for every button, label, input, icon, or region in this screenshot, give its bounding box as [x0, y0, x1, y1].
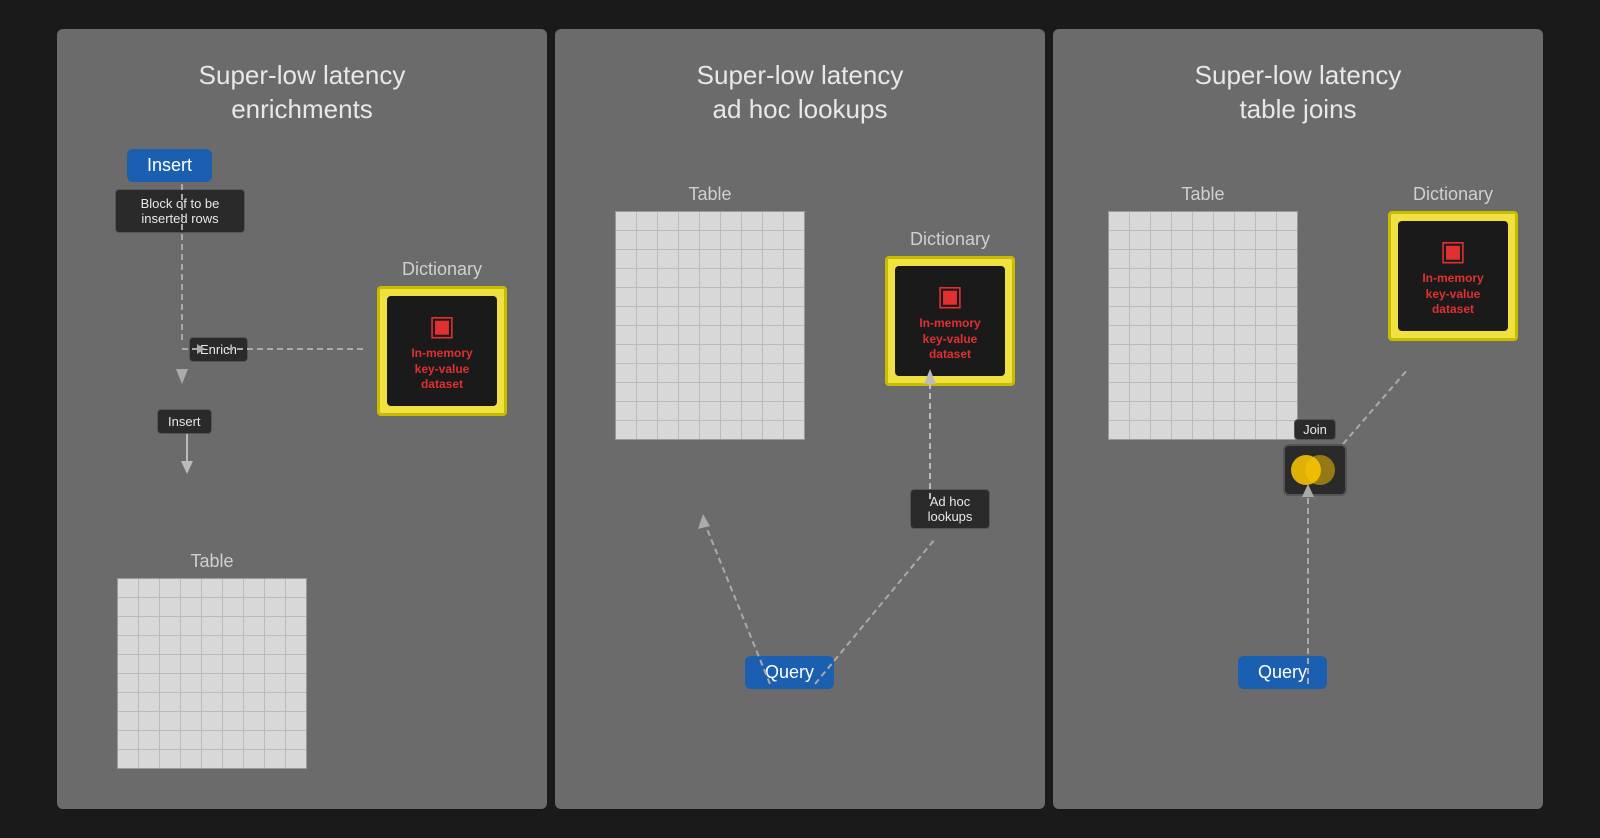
panel2-table-grid — [615, 211, 805, 440]
panel3-join-bg — [1283, 444, 1347, 496]
panel2-dict-text: In-memorykey-valuedataset — [919, 316, 980, 363]
panel2-ram-icon: ▣ — [937, 279, 963, 312]
panel2-title: Super-low latencyad hoc lookups — [697, 59, 904, 127]
panel2-dictionary: Dictionary ▣ In-memorykey-valuedataset — [885, 229, 1015, 386]
panel1-ram-icon: ▣ — [429, 309, 455, 342]
panel1-table: Table — [117, 551, 307, 769]
panel2-dict-inner: ▣ In-memorykey-valuedataset — [895, 266, 1005, 376]
panel3-ram-icon: ▣ — [1440, 234, 1466, 267]
panel1-insert-top-btn[interactable]: Insert — [127, 149, 212, 182]
panel3-dict-text: In-memorykey-valuedataset — [1422, 271, 1483, 318]
panel1-dict-inner: ▣ In-memorykey-valuedataset — [387, 296, 497, 406]
panel3-query-btn[interactable]: Query — [1238, 656, 1327, 689]
panel3-dictionary: Dictionary ▣ In-memorykey-valuedataset — [1388, 184, 1518, 341]
panel2-adhoc-label: Ad hoclookups — [910, 489, 990, 529]
panel-adhoc: Super-low latencyad hoc lookups Table D — [555, 29, 1045, 809]
panel1-dictionary: Dictionary ▣ In-memorykey-valuedataset — [377, 259, 507, 416]
panel3-table-label: Table — [1181, 184, 1224, 205]
panel1-insert-mid-btn: Insert — [157, 409, 212, 434]
panel3-dict-label: Dictionary — [1413, 184, 1493, 205]
panel3-title: Super-low latencytable joins — [1195, 59, 1402, 127]
panel1-dict-text: In-memorykey-valuedataset — [411, 346, 472, 393]
panel3-table: Table — [1108, 184, 1298, 440]
panel2-table-label: Table — [688, 184, 731, 205]
panel1-enrich-btn: Enrich — [189, 337, 248, 362]
panel2-table: Table — [615, 184, 805, 440]
panel3-table-grid — [1108, 211, 1298, 440]
panel1-block-label: Block of to beinserted rows — [115, 189, 245, 233]
panel1-dict-box: ▣ In-memorykey-valuedataset — [377, 286, 507, 416]
panel3-join-circles — [1291, 452, 1339, 488]
panel3-dict-inner: ▣ In-memorykey-valuedataset — [1398, 221, 1508, 331]
panel2-dict-label: Dictionary — [910, 229, 990, 250]
panel1-title: Super-low latencyenrichments — [199, 59, 406, 127]
panel3-join-label: Join — [1294, 419, 1336, 440]
panel2-query-btn[interactable]: Query — [745, 656, 834, 689]
panel-joins: Super-low latencytable joins Table Dict — [1053, 29, 1543, 809]
panel1-table-grid — [117, 578, 307, 769]
panel1-table-label: Table — [190, 551, 233, 572]
panel3-join-circle-right — [1305, 455, 1335, 485]
panel1-dict-label: Dictionary — [402, 259, 482, 280]
panel2-dict-box: ▣ In-memorykey-valuedataset — [885, 256, 1015, 386]
panel-enrichments: Super-low latencyenrichments Insert Bloc… — [57, 29, 547, 809]
main-container: Super-low latencyenrichments Insert Bloc… — [20, 29, 1580, 809]
panel3-join: Join — [1283, 419, 1347, 496]
panel3-dict-box: ▣ In-memorykey-valuedataset — [1388, 211, 1518, 341]
